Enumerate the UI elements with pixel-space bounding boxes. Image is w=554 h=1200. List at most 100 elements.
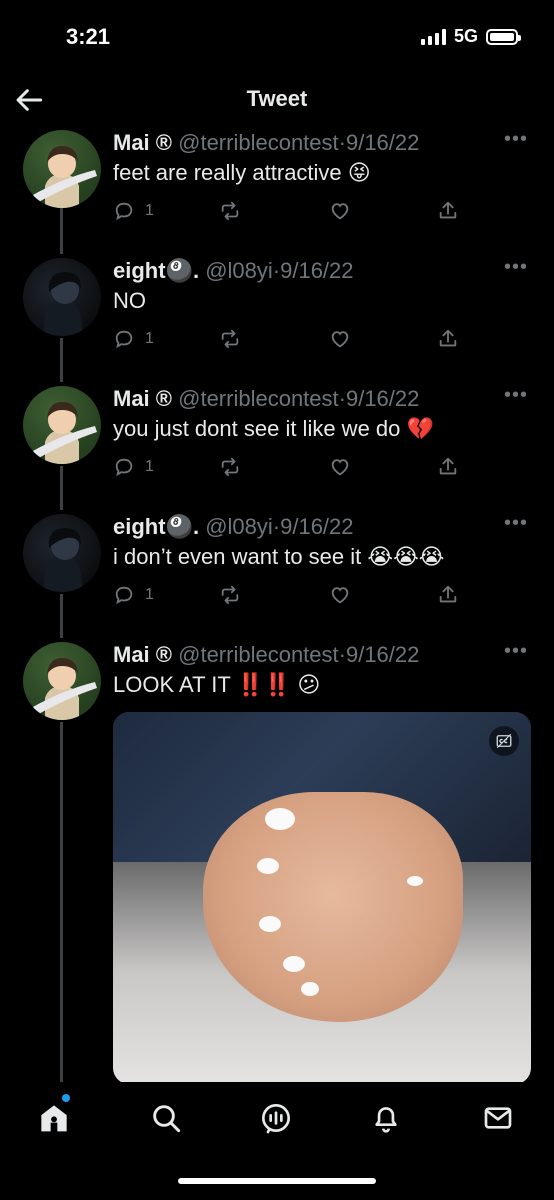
network-type: 5G [453,26,478,46]
tab-spaces[interactable] [260,1102,294,1136]
tweet-date[interactable]: 9/16/22 [280,258,353,283]
share-icon [439,201,457,219]
reply-icon [115,458,133,477]
top-navigation: Tweet [0,72,554,130]
avatar[interactable] [23,642,101,720]
tab-notifications[interactable] [370,1102,404,1136]
more-options-button[interactable]: ••• [504,384,528,407]
signal-icon [420,28,446,45]
share-icon [439,329,457,347]
tweet-header: eight🎱. @l08yi·9/16/22 [113,514,354,540]
more-options-button[interactable]: ••• [504,640,528,663]
tweet-text: NO [113,288,146,313]
reply-button[interactable]: 1 [113,328,154,350]
tweet-header: eight🎱. @l08yi·9/16/22 [113,258,354,284]
share-button[interactable] [437,456,459,478]
separator: · [338,642,346,667]
retweet-button[interactable] [219,584,241,606]
status-time: 3:21 [66,24,111,49]
avatar[interactable] [23,258,101,336]
more-options-button[interactable]: ••• [504,256,528,279]
display-name[interactable]: Mai ® [113,642,172,667]
display-name[interactable]: Mai ® [113,386,172,411]
tweet-date[interactable]: 9/16/22 [346,642,419,667]
tweet[interactable]: Mai ® @terriblecontest·9/16/22 ••• feet … [0,126,554,254]
heart-icon [331,587,349,604]
reply-count: 1 [145,202,154,219]
separator: · [338,130,346,155]
reply-count: 1 [145,330,154,347]
more-options-button[interactable]: ••• [504,128,528,151]
tweet-text: i don’t even want to see it 😭😭😭 [113,544,445,569]
share-button[interactable] [437,328,459,350]
reply-button[interactable]: 1 [113,456,154,478]
like-button[interactable] [329,584,351,606]
retweet-icon [221,585,239,605]
like-button[interactable] [329,328,351,350]
status-indicators: 5G [420,26,521,47]
home-indicator[interactable] [178,1178,376,1184]
avatar[interactable] [23,514,101,592]
tweet-text: you just dont see it like we do 💔 [113,416,434,441]
status-bar: 3:21 5G [0,0,554,72]
tweet[interactable]: Mai ® @terriblecontest·9/16/22 ••• you j… [0,382,554,510]
tweet[interactable]: eight🎱. @l08yi·9/16/22 ••• i don’t even … [0,510,554,638]
display-name[interactable]: eight🎱. [113,514,199,539]
reply-button[interactable]: 1 [113,584,154,606]
media-detail [301,982,319,996]
like-button[interactable] [329,200,351,222]
bell-icon [375,1107,397,1133]
tweet-date[interactable]: 9/16/22 [346,130,419,155]
tab-search[interactable] [150,1102,184,1136]
retweet-button[interactable] [219,200,241,222]
avatar[interactable] [23,130,101,208]
username[interactable]: @terriblecontest [178,386,339,411]
username[interactable]: @terriblecontest [178,642,339,667]
media-detail [259,916,281,932]
media-detail [265,808,295,830]
tweet[interactable]: eight🎱. @l08yi·9/16/22 ••• NO 1 [0,254,554,382]
share-icon [439,457,457,475]
envelope-icon [484,1107,512,1129]
username[interactable]: @l08yi [205,514,273,539]
retweet-button[interactable] [219,456,241,478]
home-new-indicator [62,1094,70,1102]
share-button[interactable] [437,584,459,606]
share-icon [439,585,457,603]
display-name[interactable]: eight🎱. [113,258,199,283]
username[interactable]: @l08yi [205,258,273,283]
retweet-button[interactable] [219,328,241,350]
page-title: Tweet [246,86,308,111]
reply-button[interactable]: 1 [113,200,154,222]
reply-icon [115,330,133,349]
retweet-icon [221,201,239,221]
captions-button[interactable] [489,726,519,756]
heart-icon [331,203,349,220]
tweet-thread[interactable]: Mai ® @terriblecontest·9/16/22 ••• feet … [0,126,554,1086]
tweet-actions: 1 [113,456,459,482]
tab-home[interactable] [38,1102,72,1136]
like-button[interactable] [329,456,351,478]
share-button[interactable] [437,200,459,222]
cc-icon [496,733,512,749]
separator: · [272,514,281,539]
reply-count: 1 [145,458,154,475]
display-name[interactable]: Mai ® [113,130,172,155]
media-detail [407,876,423,886]
username[interactable]: @terriblecontest [178,130,339,155]
reply-count: 1 [145,586,154,603]
heart-icon [331,459,349,476]
separator: · [338,386,346,411]
tweet-actions: 1 [113,328,459,354]
tab-messages[interactable] [482,1102,516,1136]
tweet-media-video[interactable] [113,712,531,1084]
media-detail [283,956,305,972]
more-options-button[interactable]: ••• [504,512,528,535]
avatar[interactable] [23,386,101,464]
media-detail [257,858,279,874]
media-subject [203,792,463,1022]
tweet-date[interactable]: 9/16/22 [280,514,353,539]
tweet-text: LOOK AT IT ‼️‼️ 😕 [113,672,321,697]
search-icon [153,1105,181,1133]
tweet-date[interactable]: 9/16/22 [346,386,419,411]
